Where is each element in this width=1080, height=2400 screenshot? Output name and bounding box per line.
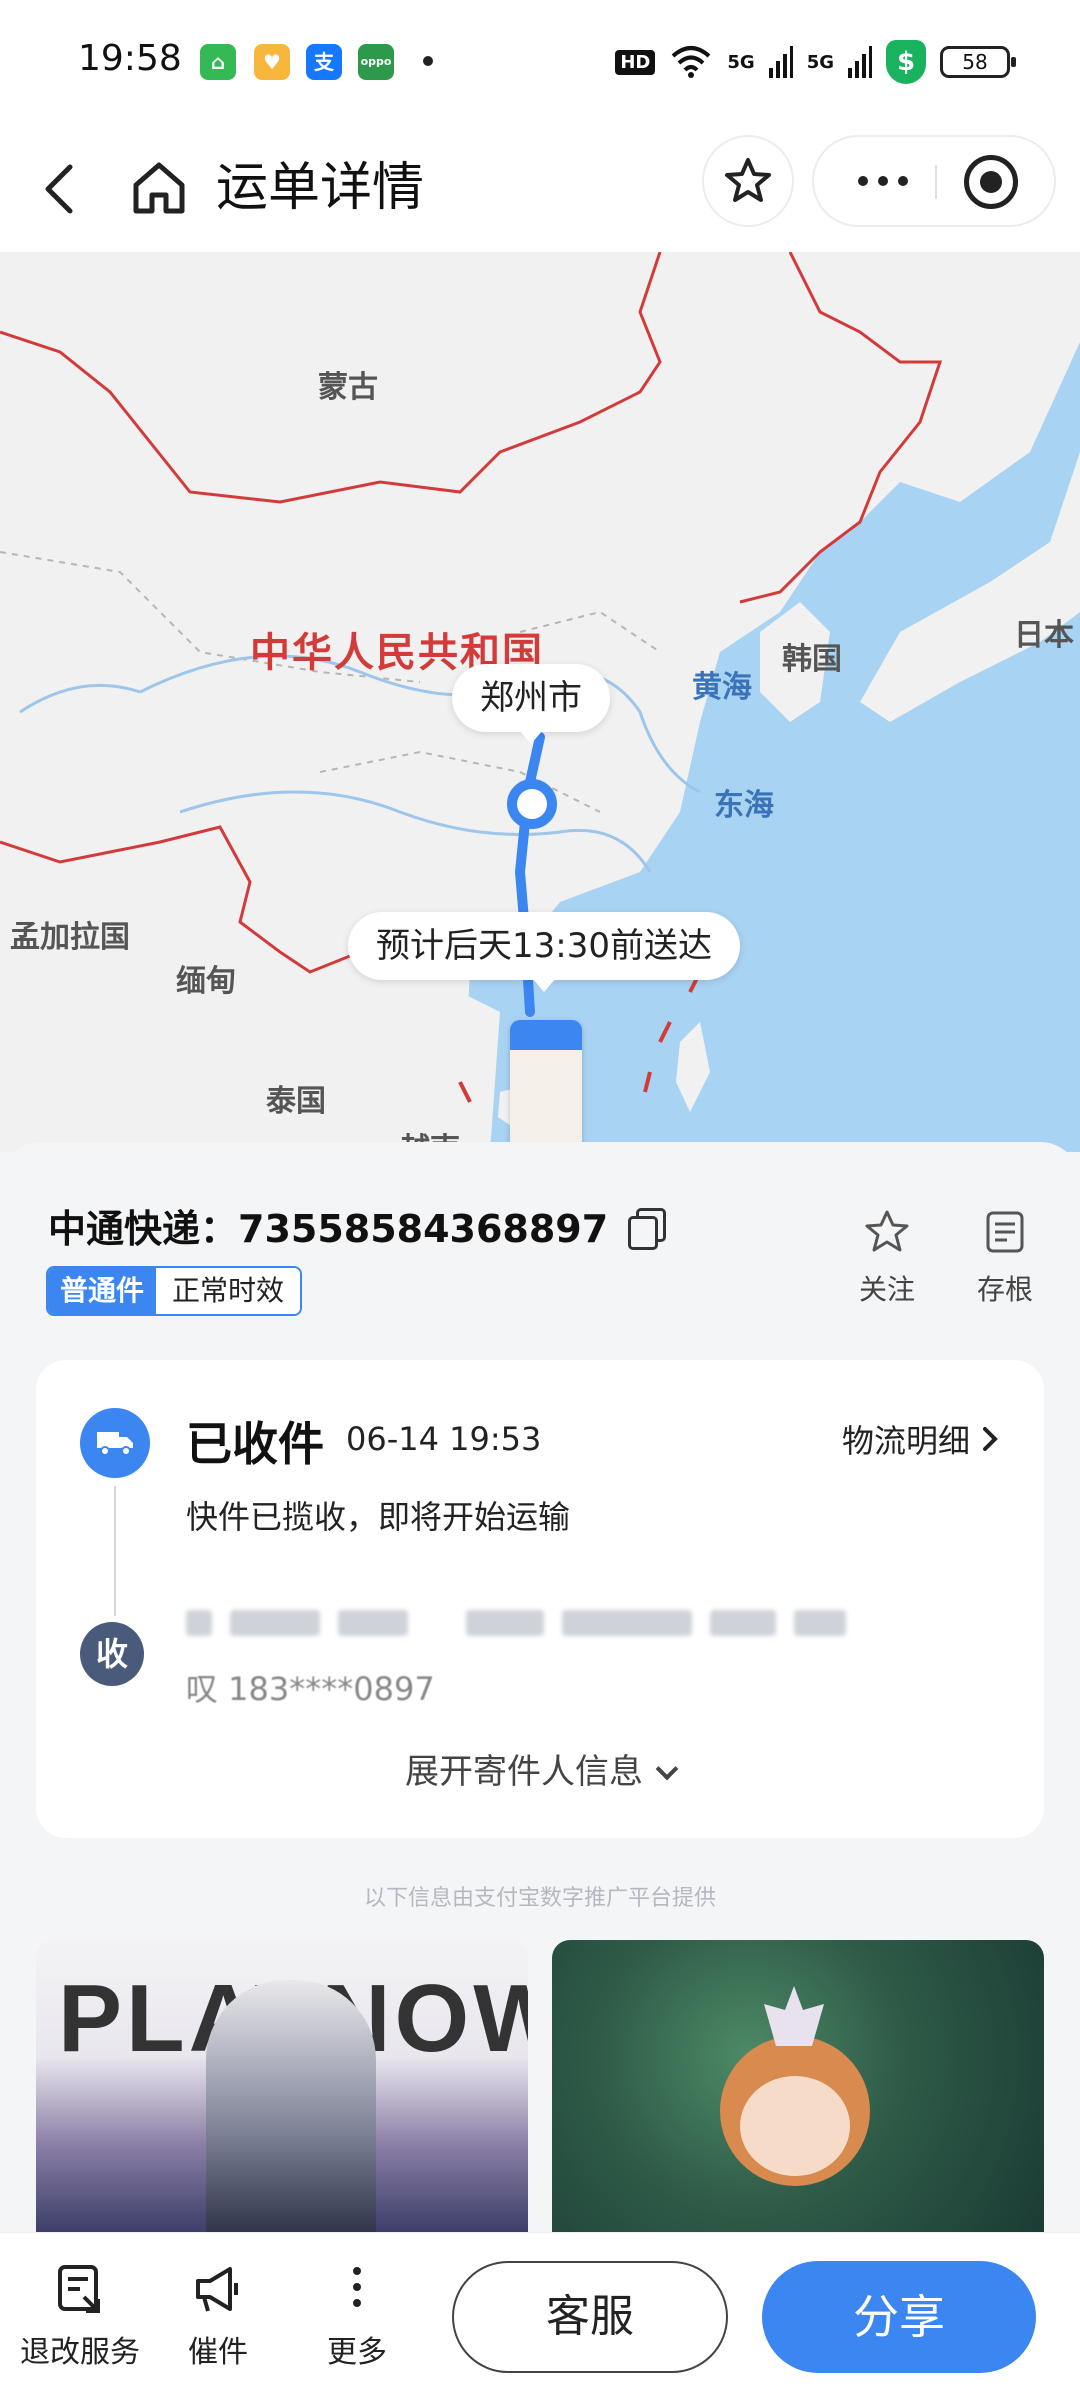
- signal-5g-icon: 5G: [727, 51, 755, 73]
- tag-standard: 普通件: [48, 1268, 157, 1314]
- wifi-icon: [672, 46, 711, 78]
- tracking-map[interactable]: 蒙古 中华人民共和国 韩国 日本 黄海 东海 孟加拉国 缅甸 泰国 越南 郑州市…: [0, 252, 1080, 1152]
- promo-disclaimer: 以下信息由支付宝数字推广平台提供: [363, 1886, 716, 1911]
- ad-banner-right[interactable]: [552, 1940, 1044, 2232]
- tracking-number: 中通快递：73558584368897: [48, 1207, 609, 1251]
- follow-label: 关注: [858, 1273, 915, 1306]
- ad-chibi-face: [740, 2076, 850, 2176]
- status-description: 快件已揽收，即将开始运输: [186, 1498, 571, 1536]
- favorite-button[interactable]: [702, 135, 794, 227]
- ad-banner-left[interactable]: PLAYNOW: [36, 1940, 528, 2232]
- truck-icon: [80, 1408, 150, 1478]
- bottom-action-bar: 退改服务 催件 更多 客服 分享: [0, 2232, 1080, 2400]
- ad-character-figure: [206, 1980, 376, 2232]
- map-label-east-sea: 东海: [714, 788, 774, 823]
- page-title: 运单详情: [216, 158, 425, 218]
- receipt-icon: [986, 1211, 1024, 1253]
- logistics-detail-link[interactable]: 物流明细: [842, 1416, 1000, 1462]
- more-label: 更多: [327, 2335, 387, 2370]
- signal-bars-icon: [768, 46, 793, 78]
- chevron-right-icon: [983, 1427, 998, 1451]
- close-miniapp-icon[interactable]: [964, 155, 1018, 209]
- more-button[interactable]: 更多: [312, 2261, 402, 2371]
- eta-callout: 预计后天13:30前送达: [348, 912, 740, 992]
- truck-glyph-icon: [97, 1432, 133, 1456]
- receiver-phone: 叹 183****0897: [186, 1670, 435, 1708]
- signal-bars-icon: [848, 46, 872, 78]
- shipment-sheet: 中通快递：73558584368897 普通件 正常时效 关注 存根 收 已收件…: [0, 1142, 1080, 2232]
- chevron-down-icon: [655, 1757, 679, 1781]
- delivery-truck-icon: [510, 1020, 582, 1150]
- expand-sender-info-button[interactable]: 展开寄件人信息: [36, 1744, 1044, 1793]
- service-tags: 普通件 正常时效: [46, 1266, 303, 1316]
- share-button[interactable]: 分享: [762, 2261, 1036, 2373]
- back-arrow-icon[interactable]: [30, 153, 90, 223]
- urge-button[interactable]: 催件: [178, 2261, 258, 2371]
- urge-label: 催件: [188, 2335, 248, 2370]
- vertical-dots-icon: [353, 2267, 361, 2307]
- status-title: 已收件: [186, 1417, 324, 1471]
- security-shield-icon: $: [886, 40, 926, 84]
- timeline-line: [114, 1486, 116, 1616]
- star-outline-icon: [865, 1210, 909, 1252]
- signal-5g-icon: 5G: [806, 51, 834, 73]
- app-store-icon: ⌂: [200, 44, 236, 80]
- megaphone-icon: [196, 2267, 238, 2312]
- capsule-divider: [935, 165, 937, 199]
- stub-button[interactable]: 存根: [960, 1208, 1050, 1308]
- coupon-app-icon: ♥: [254, 44, 290, 80]
- map-label-japan: 日本: [1014, 618, 1074, 653]
- copy-icon[interactable]: [626, 1207, 667, 1250]
- receiver-badge: 收: [80, 1622, 144, 1686]
- ad-chibi-crown: [764, 1986, 824, 2046]
- current-location-pin: [507, 779, 557, 829]
- map-label-korea: 韩国: [782, 642, 842, 677]
- status-time: 19:58: [78, 38, 182, 79]
- map-label-mongolia: 蒙古: [318, 370, 378, 405]
- stub-label: 存根: [976, 1273, 1033, 1306]
- notification-dot: [423, 56, 433, 66]
- refund-service-label: 退改服务: [20, 2335, 140, 2370]
- tag-normal-timing: 正常时效: [156, 1268, 301, 1314]
- alipay-icon: 支: [306, 44, 342, 80]
- tracking-number-row: 中通快递：73558584368897: [48, 1198, 667, 1253]
- customer-service-button[interactable]: 客服: [452, 2261, 728, 2373]
- refund-document-icon: [58, 2265, 100, 2313]
- hd-voice-icon: HD: [615, 49, 656, 75]
- nav-bar: 运单详情: [0, 125, 1080, 255]
- refund-service-button[interactable]: 退改服务: [14, 2261, 146, 2371]
- more-options-button[interactable]: [838, 137, 928, 225]
- city-callout: 郑州市: [452, 664, 610, 744]
- map-label-bangladesh: 孟加拉国: [10, 920, 130, 955]
- map-label-myanmar: 缅甸: [176, 964, 236, 999]
- miniapp-capsule: [812, 135, 1056, 227]
- logistics-detail-label: 物流明细: [841, 1422, 970, 1460]
- follow-button[interactable]: 关注: [842, 1208, 932, 1308]
- status-card: 收 已收件 06-14 19:53 物流明细 快件已揽收，即将开始运输 叹 18…: [36, 1360, 1044, 1838]
- system-indicators: HD 5G 5G $ 58: [615, 40, 1016, 84]
- status-bar: 19:58 ⌂ ♥ 支 oppo HD 5G 5G $ 58: [0, 0, 1080, 125]
- oppo-app-icon: oppo: [358, 44, 394, 80]
- map-label-thailand: 泰国: [266, 1084, 326, 1119]
- map-label-yellow-sea: 黄海: [692, 670, 752, 705]
- star-icon: [725, 158, 771, 202]
- home-icon[interactable]: [128, 153, 190, 223]
- expand-sender-label: 展开寄件人信息: [405, 1752, 643, 1792]
- battery-icon: 58: [940, 46, 1016, 78]
- receiver-address-redacted: [186, 1610, 846, 1636]
- status-time: 06-14 19:53: [346, 1420, 542, 1458]
